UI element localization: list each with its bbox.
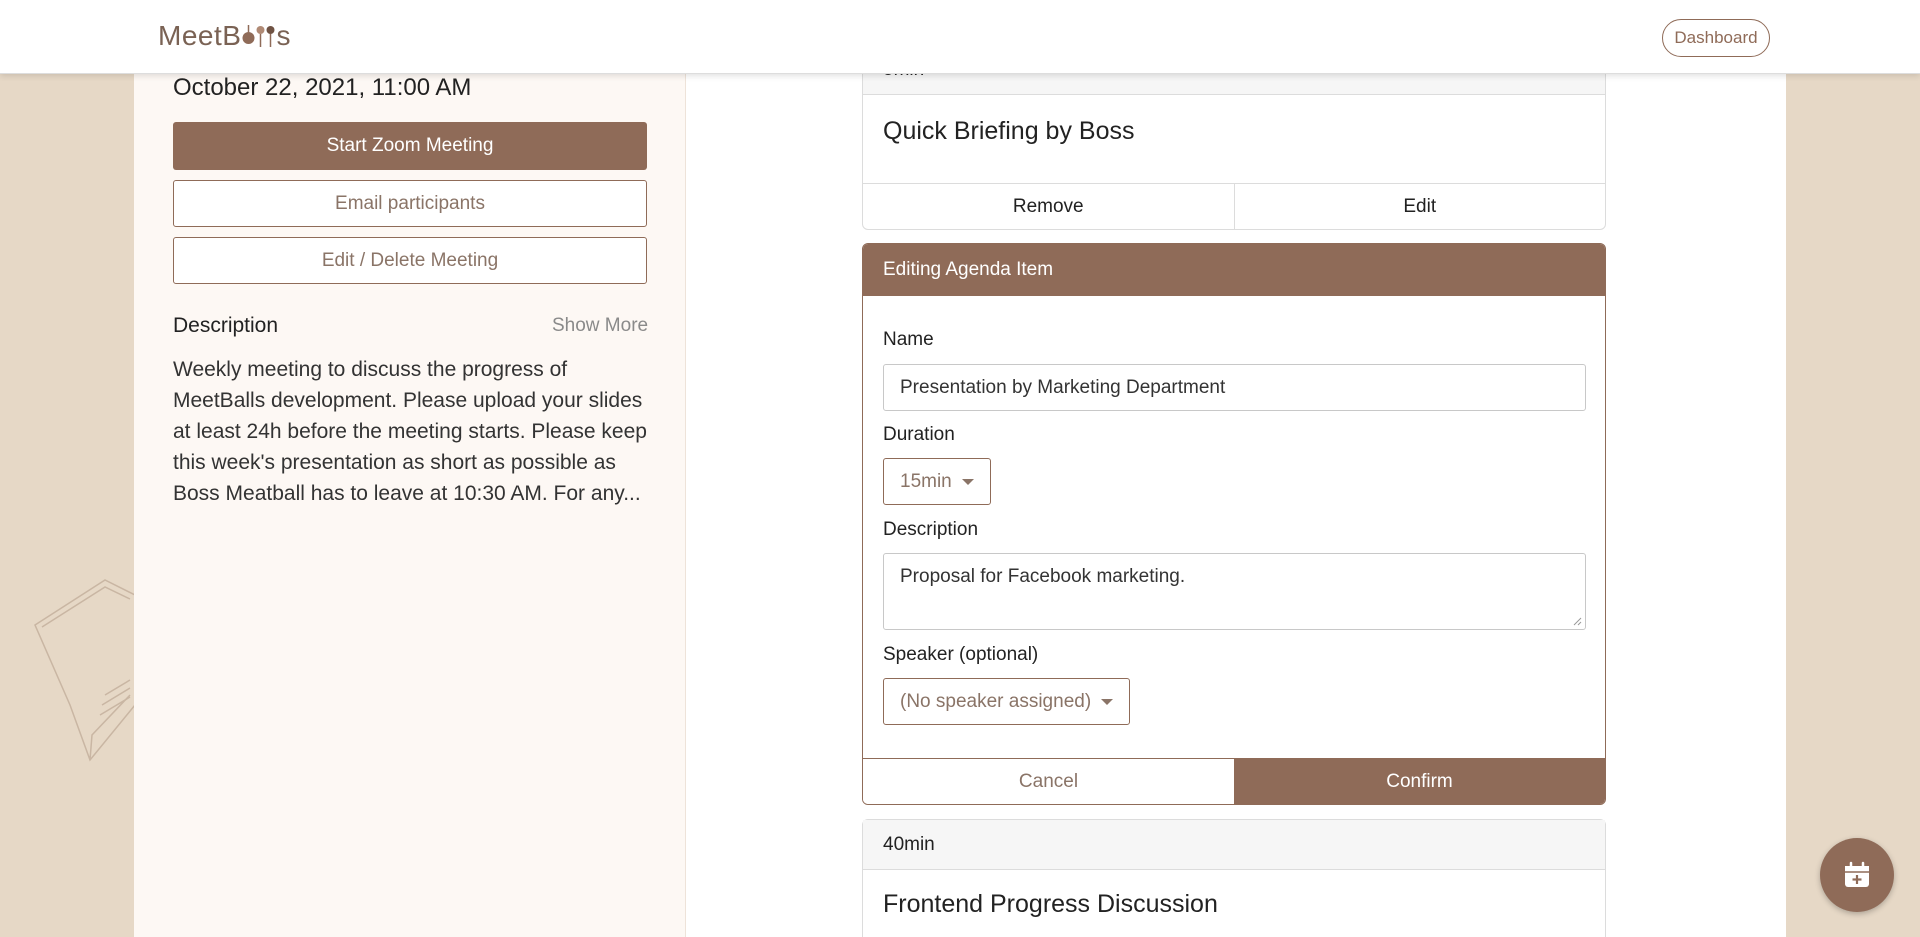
email-participants-button[interactable]: Email participants [173,180,647,227]
description-value: Proposal for Facebook marketing. [900,566,1186,587]
name-label: Name [883,329,934,350]
dashboard-button[interactable]: Dashboard [1662,19,1770,57]
speaker-label: Speaker (optional) [883,644,1039,665]
agenda-item-actions: Remove Edit [863,183,1605,229]
agenda-item-duration: 40min [863,820,1605,870]
cancel-button[interactable]: Cancel [863,759,1234,804]
laptop-illustration [34,579,136,762]
name-input[interactable]: Presentation by Marketing Department [883,364,1586,411]
meeting-datetime: October 22, 2021, 11:00 AM [173,74,472,101]
duration-dropdown[interactable]: 15min [883,458,991,505]
remove-button[interactable]: Remove [863,184,1234,229]
calendar-add-icon [1845,861,1869,887]
duration-value: 15min [900,470,952,492]
caret-down-icon [1101,698,1114,705]
top-navbar: MeetB s Dashboard [0,0,1920,74]
description-textarea[interactable]: Proposal for Facebook marketing. [883,553,1586,630]
editing-agenda-item-card: Editing Agenda Item Name Presentation by… [862,243,1606,805]
description-heading: Description [173,314,279,337]
agenda-item-title: Frontend Progress Discussion [883,890,1218,918]
description-label: Description [883,519,979,540]
editing-header: Editing Agenda Item [863,244,1605,296]
confirm-button[interactable]: Confirm [1234,759,1605,804]
meeting-description: Weekly meeting to discuss the progress o… [173,358,647,505]
speaker-dropdown[interactable]: (No speaker assigned) [883,678,1131,725]
add-to-calendar-button[interactable] [1820,838,1894,912]
show-more-link[interactable]: Show More [552,315,648,337]
resize-handle-icon[interactable] [1573,617,1582,626]
editing-actions: Cancel Confirm [863,758,1605,804]
edit-button[interactable]: Edit [1233,184,1606,229]
meatball-icons [242,25,275,47]
agenda-item-title: Quick Briefing by Boss [883,117,1135,145]
start-zoom-button[interactable]: Start Zoom Meeting [173,122,647,170]
meetballs-logo[interactable]: MeetB s [158,20,291,52]
edit-delete-meeting-button[interactable]: Edit / Delete Meeting [173,237,647,284]
agenda-item-card: 40min Frontend Progress Discussion [862,819,1606,937]
speaker-value: (No speaker assigned) [900,690,1092,712]
duration-label: Duration [883,424,955,445]
logo-text-right: s [276,20,291,51]
meeting-sidebar: October 22, 2021, 11:00 AM Start Zoom Me… [134,74,686,937]
logo-text-left: MeetB [158,20,242,51]
caret-down-icon [961,478,974,485]
